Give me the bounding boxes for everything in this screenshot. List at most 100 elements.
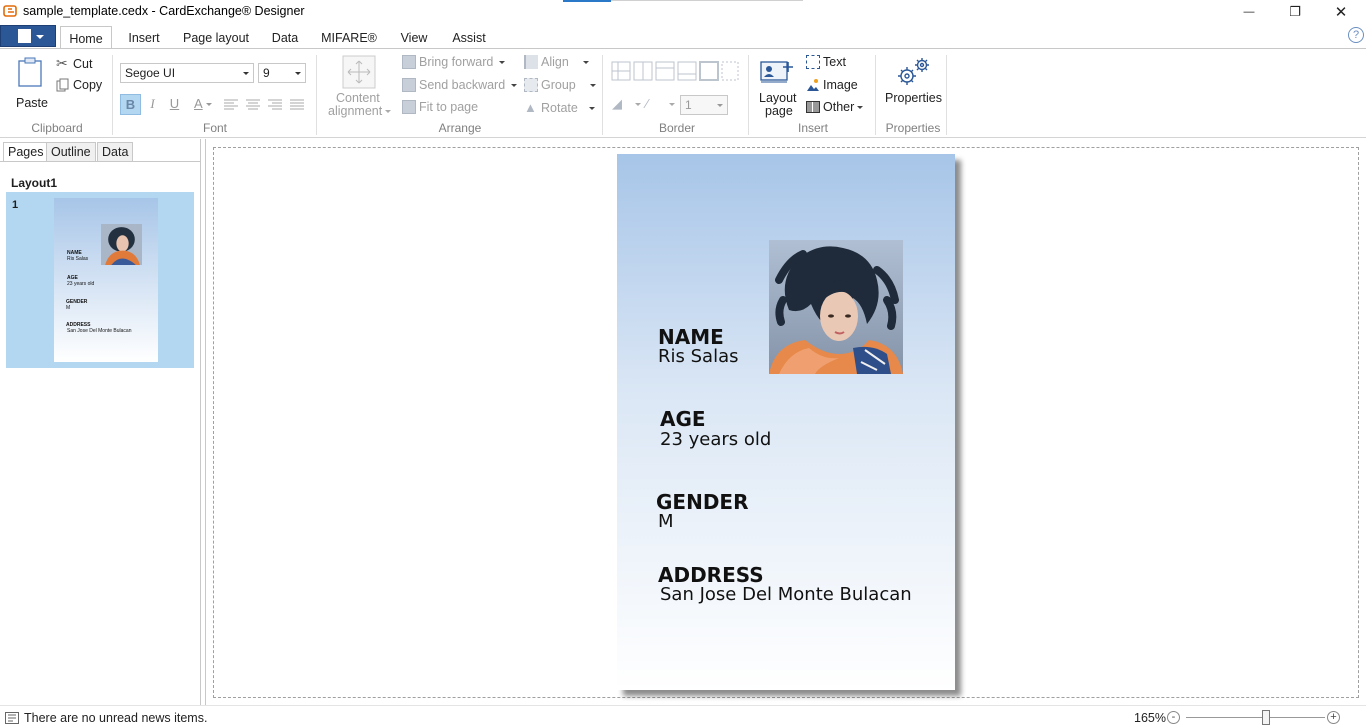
page-number: 1 bbox=[12, 199, 19, 211]
ribbon: Paste ✂ Cut Copy Clipboard Segoe UI 9 B I… bbox=[0, 48, 1366, 138]
close-icon: ✕ bbox=[1334, 4, 1348, 21]
insert-image-button[interactable]: Image bbox=[806, 78, 858, 92]
thumbnail-card[interactable]: NAME Ris Salas AGE 23 years old GENDER M… bbox=[54, 198, 158, 362]
group-button[interactable]: Group bbox=[524, 78, 596, 92]
chevron-down-icon bbox=[511, 84, 518, 87]
font-family-select[interactable]: Segoe UI bbox=[120, 63, 254, 83]
insert-text-button[interactable]: Text bbox=[806, 55, 846, 69]
age-label[interactable]: AGE bbox=[660, 407, 706, 431]
image-icon bbox=[807, 79, 819, 91]
border-width-select[interactable]: 1 bbox=[680, 95, 728, 115]
properties-button[interactable]: Properties bbox=[884, 55, 942, 119]
clipboard-group-label: Clipboard bbox=[31, 121, 83, 135]
tab-pages[interactable]: Pages bbox=[3, 142, 49, 162]
document-icon bbox=[18, 29, 31, 43]
paste-button[interactable]: Paste bbox=[12, 55, 48, 121]
fit-to-page-button[interactable]: Fit to page bbox=[402, 100, 478, 114]
minimize-icon: — bbox=[1243, 6, 1255, 18]
close-window-button[interactable]: ✕ bbox=[1318, 0, 1364, 24]
cut-button[interactable]: ✂ Cut bbox=[56, 55, 92, 71]
minimize-button[interactable]: — bbox=[1226, 0, 1272, 24]
chevron-down-icon bbox=[499, 61, 506, 64]
age-value[interactable]: 23 years old bbox=[660, 429, 771, 450]
chevron-down-icon bbox=[295, 72, 301, 75]
insert-other-button[interactable]: Other bbox=[806, 100, 864, 114]
gears-icon bbox=[898, 58, 929, 85]
rotate-icon: ▲ bbox=[524, 100, 537, 115]
align-center-icon[interactable] bbox=[244, 97, 262, 113]
id-card[interactable]: NAME Ris Salas AGE 23 years old GENDER M… bbox=[617, 154, 955, 690]
insert-group-label: Insert bbox=[797, 121, 828, 135]
help-icon[interactable]: ? bbox=[1348, 27, 1364, 43]
news-status: There are no unread news items. bbox=[24, 711, 208, 725]
layout-page-label-1: Layout bbox=[759, 91, 797, 105]
zoom-in-button[interactable]: + bbox=[1327, 711, 1340, 724]
font-color-button[interactable]: A bbox=[190, 94, 218, 115]
content-alignment-icon bbox=[342, 55, 376, 89]
content-alignment-label-2: alignment bbox=[328, 104, 392, 118]
scissors-icon: ✂ bbox=[56, 55, 68, 71]
file-menu-button[interactable] bbox=[0, 25, 56, 47]
tab-insert[interactable]: Insert bbox=[120, 26, 168, 49]
rotate-button[interactable]: ▲ Rotate bbox=[524, 100, 595, 115]
fill-color-button[interactable]: ◢ bbox=[612, 96, 641, 111]
italic-button[interactable]: I bbox=[142, 94, 163, 115]
tab-page-layout[interactable]: Page layout bbox=[178, 26, 254, 49]
tab-data[interactable]: Data bbox=[265, 26, 305, 49]
tab-assist[interactable]: Assist bbox=[446, 26, 492, 49]
copy-button[interactable]: Copy bbox=[56, 78, 102, 92]
underline-button[interactable]: U bbox=[164, 94, 185, 115]
fit-to-page-label: Fit to page bbox=[419, 100, 479, 114]
zoom-out-button[interactable]: - bbox=[1167, 711, 1180, 724]
chevron-down-icon bbox=[205, 103, 212, 106]
zoom-slider-handle[interactable] bbox=[1262, 710, 1270, 725]
window-title: sample_template.cedx - CardExchange® Des… bbox=[23, 4, 305, 18]
border-width-value: 1 bbox=[685, 98, 692, 112]
title-accent-line bbox=[611, 0, 803, 1]
align-left-icon[interactable] bbox=[222, 97, 240, 113]
thumbnail-name-value: Ris Salas bbox=[67, 256, 89, 262]
gender-value[interactable]: M bbox=[658, 511, 674, 532]
zoom-slider-track[interactable] bbox=[1186, 717, 1325, 718]
restore-icon: ❐ bbox=[1289, 4, 1301, 19]
arrange-group-label: Arrange bbox=[438, 121, 482, 135]
font-group-label: Font bbox=[202, 121, 227, 135]
paint-bucket-icon: ◢ bbox=[612, 96, 622, 111]
cut-label: Cut bbox=[73, 57, 93, 71]
align-justify-icon[interactable] bbox=[288, 97, 306, 113]
font-size-value: 9 bbox=[263, 66, 270, 80]
divider bbox=[875, 55, 876, 135]
font-family-value: Segoe UI bbox=[125, 66, 176, 80]
tab-mifare[interactable]: MIFARE® bbox=[316, 26, 382, 49]
pen-icon: ∕ bbox=[646, 96, 649, 111]
align-button[interactable]: Align bbox=[524, 55, 589, 69]
restore-button[interactable]: ❐ bbox=[1272, 0, 1318, 24]
align-label: Align bbox=[541, 55, 569, 69]
name-value[interactable]: Ris Salas bbox=[658, 346, 738, 367]
thumbnail-age-value: 23 years old bbox=[67, 281, 95, 287]
profile-photo[interactable] bbox=[769, 240, 903, 374]
tab-data-panel[interactable]: Data bbox=[97, 142, 134, 162]
tab-view[interactable]: View bbox=[393, 26, 435, 49]
status-bar: There are no unread news items. 165% - + bbox=[0, 705, 1366, 728]
panel-splitter[interactable] bbox=[205, 139, 206, 705]
bold-button[interactable]: B bbox=[120, 94, 141, 115]
title-accent-bar bbox=[563, 0, 611, 2]
send-backward-button[interactable]: Send backward bbox=[402, 78, 518, 92]
group-label: Group bbox=[541, 78, 576, 92]
group-icon bbox=[524, 78, 538, 92]
divider bbox=[112, 55, 113, 135]
bring-forward-button[interactable]: Bring forward bbox=[402, 55, 506, 69]
content-alignment-button[interactable]: Content alignment bbox=[326, 55, 392, 119]
layout-page-label-2: page bbox=[765, 104, 793, 118]
layout-page-button[interactable]: Layout page bbox=[757, 55, 799, 119]
border-presets-icon[interactable] bbox=[610, 60, 740, 82]
send-backward-label: Send backward bbox=[419, 78, 506, 92]
chevron-down-icon bbox=[717, 104, 723, 107]
font-size-select[interactable]: 9 bbox=[258, 63, 306, 83]
pages-panel: Pages Outline Data Layout1 1 NAME Ris Sa… bbox=[0, 139, 201, 705]
line-color-button[interactable]: ∕ bbox=[646, 96, 675, 111]
align-right-icon[interactable] bbox=[266, 97, 284, 113]
address-value[interactable]: San Jose Del Monte Bulacan bbox=[660, 584, 912, 605]
tab-outline[interactable]: Outline bbox=[46, 142, 96, 162]
